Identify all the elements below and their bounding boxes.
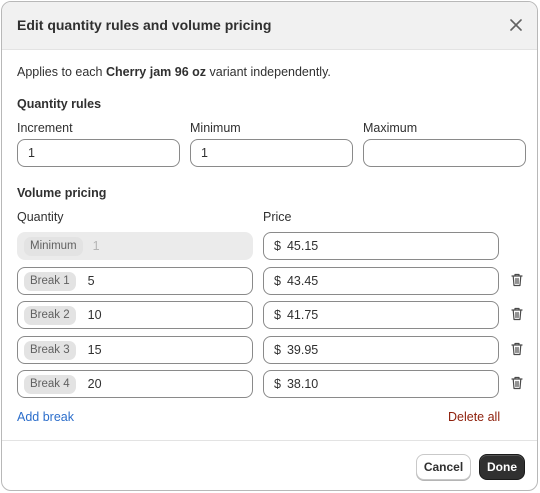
break-3-quantity-field[interactable]: Break 3 15	[17, 336, 253, 364]
break-3-price-field[interactable]: $ 39.95	[263, 336, 499, 364]
break-4-quantity-field[interactable]: Break 4 20	[17, 370, 253, 398]
break-3-quantity-value: 15	[87, 343, 102, 357]
currency-symbol: $	[274, 239, 281, 253]
currency-symbol: $	[274, 274, 281, 288]
break-2-price-field[interactable]: $ 41.75	[263, 301, 499, 329]
break-2-price-value: 41.75	[286, 308, 319, 322]
close-button[interactable]	[504, 14, 528, 38]
delete-break-2-button[interactable]	[507, 305, 527, 325]
modal-header: Edit quantity rules and volume pricing	[2, 2, 537, 50]
done-button[interactable]: Done	[479, 454, 525, 480]
volume-pricing-title: Volume pricing	[17, 186, 107, 200]
increment-label: Increment	[17, 121, 73, 135]
modal-dialog: Edit quantity rules and volume pricing A…	[1, 1, 538, 491]
break-4-quantity-value: 20	[87, 377, 102, 391]
break-4-chip: Break 4	[24, 374, 76, 394]
trash-icon	[511, 342, 523, 359]
break-2-chip: Break 2	[24, 305, 76, 325]
cancel-button[interactable]: Cancel	[416, 454, 471, 480]
quantity-rules-title: Quantity rules	[17, 97, 102, 111]
trash-icon	[511, 307, 523, 324]
increment-field[interactable]: 1	[17, 139, 180, 167]
increment-value: 1	[28, 146, 35, 160]
break-1-chip: Break 1	[24, 271, 76, 291]
add-break-link[interactable]: Add break	[17, 410, 74, 424]
applies-prefix: Applies to each	[17, 65, 103, 79]
modal-title: Edit quantity rules and volume pricing	[17, 17, 272, 33]
break-2-quantity-value: 10	[87, 308, 102, 322]
trash-icon	[511, 376, 523, 393]
break-3-price-value: 39.95	[286, 343, 319, 357]
trash-icon	[511, 273, 523, 290]
break-1-price-field[interactable]: $ 43.45	[263, 267, 499, 295]
currency-symbol: $	[274, 308, 281, 322]
minimum-value: 1	[201, 146, 208, 160]
quantity-header: Quantity	[17, 210, 64, 224]
minimum-quantity-value: 1	[92, 239, 100, 253]
product-name: Cherry jam 96 oz	[105, 65, 207, 79]
delete-break-4-button[interactable]	[507, 374, 527, 394]
applies-suffix: variant independently.	[209, 65, 331, 79]
break-2-quantity-field[interactable]: Break 2 10	[17, 301, 253, 329]
minimum-quantity-field: Minimum 1	[17, 232, 253, 260]
modal-footer: Cancel Done	[2, 440, 537, 490]
delete-all-link[interactable]: Delete all	[448, 410, 500, 424]
break-1-price-value: 43.45	[286, 274, 319, 288]
applies-text: Applies to each Cherry jam 96 oz variant…	[17, 65, 331, 79]
break-1-quantity-field[interactable]: Break 1 5	[17, 267, 253, 295]
maximum-field[interactable]	[363, 139, 526, 167]
minimum-price-field[interactable]: $ 45.15	[263, 232, 499, 260]
minimum-label: Minimum	[190, 121, 241, 135]
close-icon	[510, 18, 522, 34]
minimum-field[interactable]: 1	[190, 139, 353, 167]
price-header: Price	[263, 210, 292, 224]
minimum-price-value: 45.15	[286, 239, 319, 253]
currency-symbol: $	[274, 377, 281, 391]
break-3-chip: Break 3	[24, 340, 76, 360]
break-1-quantity-value: 5	[87, 274, 95, 288]
break-4-price-field[interactable]: $ 38.10	[263, 370, 499, 398]
delete-break-3-button[interactable]	[507, 340, 527, 360]
maximum-label: Maximum	[363, 121, 418, 135]
break-4-price-value: 38.10	[286, 377, 319, 391]
currency-symbol: $	[274, 343, 281, 357]
delete-break-1-button[interactable]	[507, 271, 527, 291]
minimum-chip: Minimum	[24, 236, 83, 256]
